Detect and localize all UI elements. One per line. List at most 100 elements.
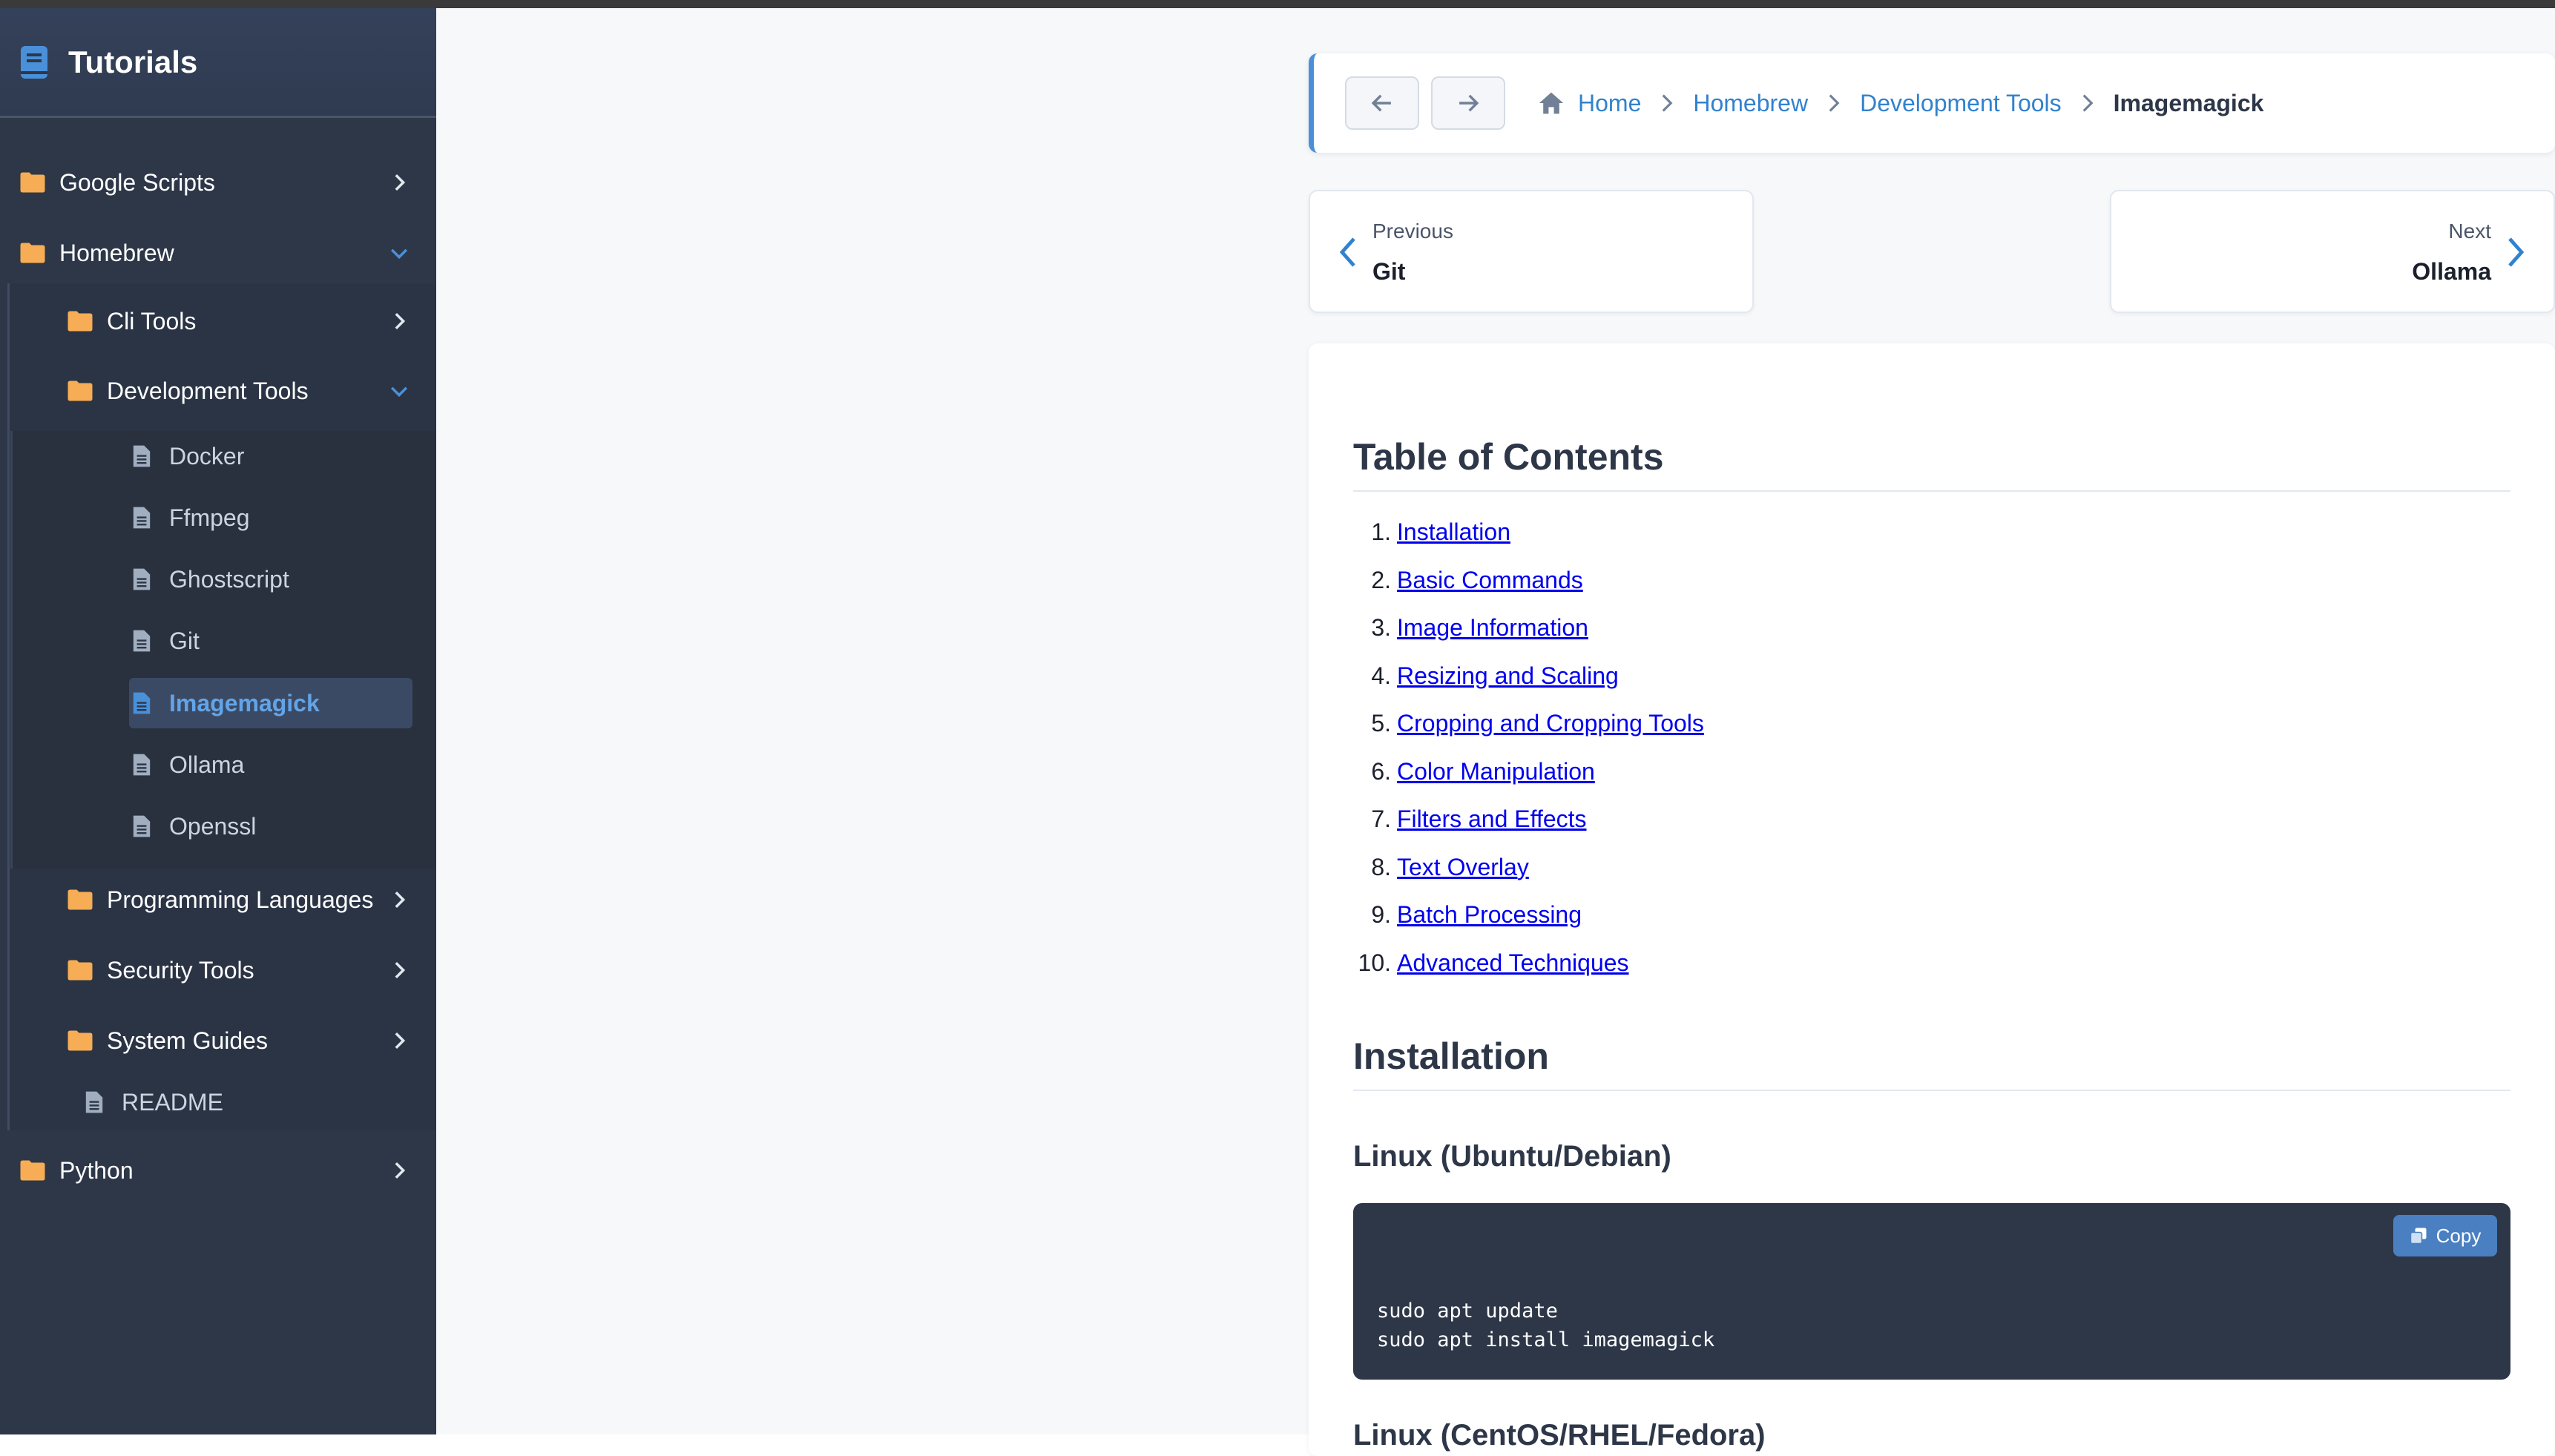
breadcrumb-homebrew[interactable]: Homebrew [1693, 90, 1808, 117]
toc-number: 10. [1358, 949, 1391, 976]
sidebar-file-imagemagick[interactable]: Imagemagick [129, 678, 412, 728]
linux-fedora-heading: Linux (CentOS/RHEL/Fedora) [1353, 1419, 1766, 1452]
toc-item: 6. Color Manipulation [1353, 758, 1704, 806]
table-of-contents: 1. Installation 2. Basic Commands 3. Image … [1353, 518, 1704, 997]
file-icon [133, 568, 151, 590]
next-label: Next [2448, 220, 2491, 243]
folder-icon [68, 311, 93, 332]
folder-label: Homebrew [59, 239, 174, 266]
toc-link[interactable]: Image Information [1397, 614, 1588, 642]
file-icon [85, 1091, 103, 1113]
folder-icon [68, 1030, 93, 1051]
sidebar-file-ffmpeg[interactable]: Ffmpeg [129, 493, 412, 543]
toc-number: 2. [1371, 566, 1391, 593]
toc-item: 4. Resizing and Scaling [1353, 662, 1704, 711]
sidebar: Tutorials Google Scripts Homebrew Cli To… [0, 8, 436, 1434]
sidebar-file-readme[interactable]: README [85, 1077, 411, 1127]
sidebar-file-docker[interactable]: Docker [129, 431, 412, 481]
chevron-down-icon[interactable] [389, 381, 410, 401]
toc-link[interactable]: Batch Processing [1397, 901, 1582, 929]
installation-heading: Installation [1353, 1035, 2510, 1091]
article: Table of Contents 1. Installation 2. Basic… [1309, 343, 2555, 1456]
next-page-card[interactable]: Next Ollama [2110, 190, 2555, 313]
main-content: Home Homebrew Development Tools Imagemag… [436, 8, 2555, 1456]
breadcrumb-home[interactable]: Home [1578, 90, 1641, 117]
toc-number: 5. [1371, 710, 1391, 737]
folder-icon [20, 1160, 45, 1181]
toc-item: 2. Basic Commands [1353, 567, 1704, 615]
chevron-right-icon[interactable] [389, 889, 410, 910]
folder-icon [20, 172, 45, 193]
toc-number: 4. [1371, 662, 1391, 689]
sidebar-file-openssl[interactable]: Openssl [129, 801, 412, 851]
sidebar-file-ghostscript[interactable]: Ghostscript [129, 554, 412, 605]
chevron-right-icon[interactable] [389, 960, 410, 981]
toc-link[interactable]: Basic Commands [1397, 567, 1583, 594]
home-icon[interactable] [1538, 90, 1565, 116]
book-icon [21, 45, 47, 79]
chevron-right-icon[interactable] [389, 1160, 410, 1181]
sidebar-file-ollama[interactable]: Ollama [129, 739, 412, 790]
file-label: Git [169, 627, 200, 654]
toc-item: 1. Installation [1353, 518, 1704, 567]
folder-label: Development Tools [107, 377, 309, 404]
chevron-right-icon[interactable] [389, 1030, 410, 1051]
window-top-bar [0, 0, 2555, 8]
chevron-left-icon [1339, 237, 1355, 267]
file-icon [133, 692, 151, 714]
sidebar-folder-security-tools[interactable]: Security Tools [0, 941, 436, 1000]
chevron-right-icon [1829, 94, 1840, 112]
chevron-down-icon[interactable] [389, 243, 410, 263]
sidebar-header[interactable]: Tutorials [0, 8, 436, 118]
toc-link[interactable]: Advanced Techniques [1397, 949, 1629, 977]
chevron-right-icon [2508, 237, 2525, 267]
copy-label: Copy [2436, 1224, 2482, 1247]
toc-link[interactable]: Text Overlay [1397, 854, 1529, 881]
sidebar-folder-cli-tools[interactable]: Cli Tools [0, 291, 436, 351]
toc-item: 3. Image Information [1353, 614, 1704, 662]
toc-number: 7. [1371, 806, 1391, 832]
breadcrumb-development-tools[interactable]: Development Tools [1860, 90, 2062, 117]
file-icon [133, 445, 151, 467]
toc-link[interactable]: Filters and Effects [1397, 806, 1587, 833]
toc-item: 10. Advanced Techniques [1353, 949, 1704, 998]
toc-link[interactable]: Cropping and Cropping Tools [1397, 710, 1704, 737]
chevron-right-icon[interactable] [389, 172, 410, 193]
previous-page-card[interactable]: Previous Git [1309, 190, 1754, 313]
breadcrumb-current: Imagemagick [2113, 89, 2264, 116]
toc-link[interactable]: Resizing and Scaling [1397, 662, 1619, 690]
sidebar-file-git[interactable]: Git [129, 616, 412, 666]
file-icon [133, 815, 151, 837]
file-label: Openssl [169, 812, 257, 840]
chevron-right-icon[interactable] [389, 311, 410, 332]
folder-label: Programming Languages [107, 886, 374, 913]
code-block: Copy sudo apt update sudo apt install im… [1353, 1203, 2510, 1380]
toc-number: 3. [1371, 614, 1391, 641]
sidebar-folder-python[interactable]: Python [0, 1141, 436, 1200]
sidebar-folder-system-guides[interactable]: System Guides [0, 1011, 436, 1070]
back-button[interactable] [1345, 76, 1419, 130]
sidebar-folder-development-tools[interactable]: Development Tools [0, 361, 436, 421]
breadcrumb: Home Homebrew Development Tools Imagemag… [1538, 90, 2263, 117]
sidebar-folder-programming-languages[interactable]: Programming Languages [0, 870, 436, 929]
toc-link[interactable]: Color Manipulation [1397, 758, 1595, 785]
folder-icon [68, 960, 93, 981]
sidebar-folder-homebrew[interactable]: Homebrew [0, 223, 436, 283]
copy-icon [2410, 1228, 2427, 1245]
folder-icon [68, 889, 93, 910]
folder-label: System Guides [107, 1027, 268, 1054]
breadcrumb-bar: Home Homebrew Development Tools Imagemag… [1309, 53, 2555, 153]
toc-number: 9. [1371, 901, 1391, 928]
arrow-right-icon [1459, 94, 1479, 112]
folder-icon [68, 381, 93, 401]
file-label: Ghostscript [169, 565, 289, 593]
file-icon [133, 507, 151, 529]
toc-number: 1. [1371, 518, 1391, 545]
copy-button[interactable]: Copy [2393, 1215, 2497, 1256]
sidebar-folder-google-scripts[interactable]: Google Scripts [0, 153, 436, 212]
toc-link[interactable]: Installation [1397, 518, 1510, 546]
code-text[interactable]: sudo apt update sudo apt install imagema… [1377, 1297, 1714, 1354]
previous-label: Previous [1372, 220, 1453, 243]
toc-number: 8. [1371, 853, 1391, 880]
forward-button[interactable] [1431, 76, 1505, 130]
